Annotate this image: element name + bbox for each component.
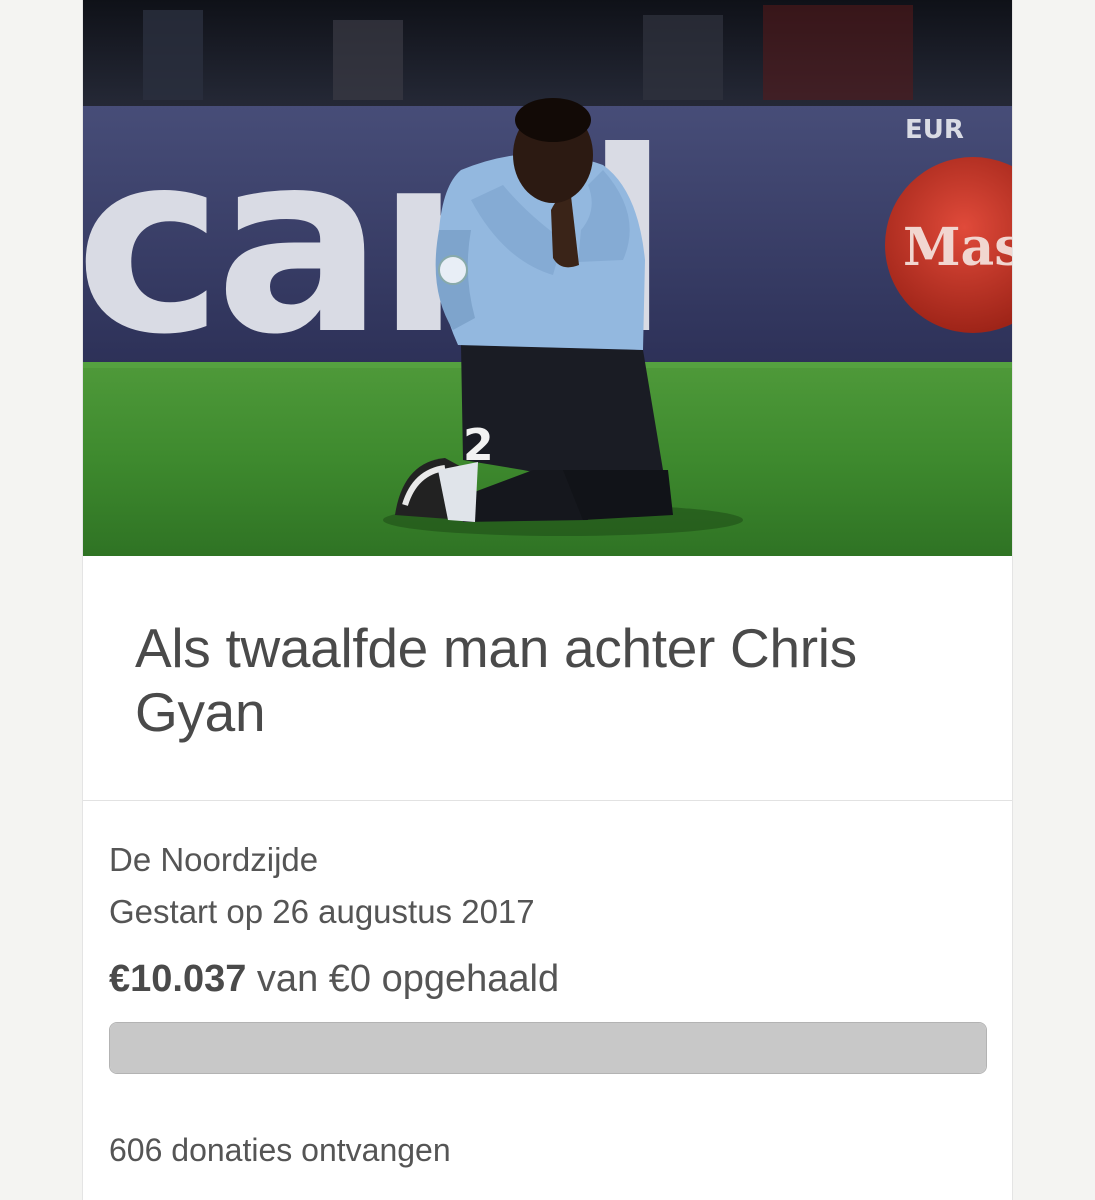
campaign-title: Als twaalfde man achter Chris Gyan bbox=[135, 617, 857, 743]
progress-bar-fill bbox=[110, 1023, 986, 1073]
banner-corner-text: EUR bbox=[905, 115, 964, 145]
sponsor-logo-text: Mas bbox=[903, 217, 1013, 278]
donation-count: 606 donaties ontvangen bbox=[109, 1132, 451, 1168]
raised-amount: €10.037 bbox=[109, 958, 247, 1000]
raised-goal-text: van €0 opgehaald bbox=[246, 958, 560, 1000]
shirt-number: 2 bbox=[463, 420, 494, 471]
organizer-name[interactable]: De Noordzijde bbox=[109, 834, 989, 886]
progress-bar bbox=[109, 1022, 987, 1074]
campaign-card: card Mas EUR 2 Als twaalfde man achter C… bbox=[82, 0, 1013, 1200]
raised-summary: €10.037 van €0 opgehaald bbox=[109, 956, 989, 1002]
start-date: Gestart op 26 augustus 2017 bbox=[109, 893, 535, 930]
title-section: Als twaalfde man achter Chris Gyan bbox=[83, 556, 1012, 801]
campaign-meta: De Noordzijde Gestart op 26 augustus 201… bbox=[109, 834, 989, 1172]
campaign-hero-image: card Mas EUR 2 bbox=[83, 0, 1013, 556]
